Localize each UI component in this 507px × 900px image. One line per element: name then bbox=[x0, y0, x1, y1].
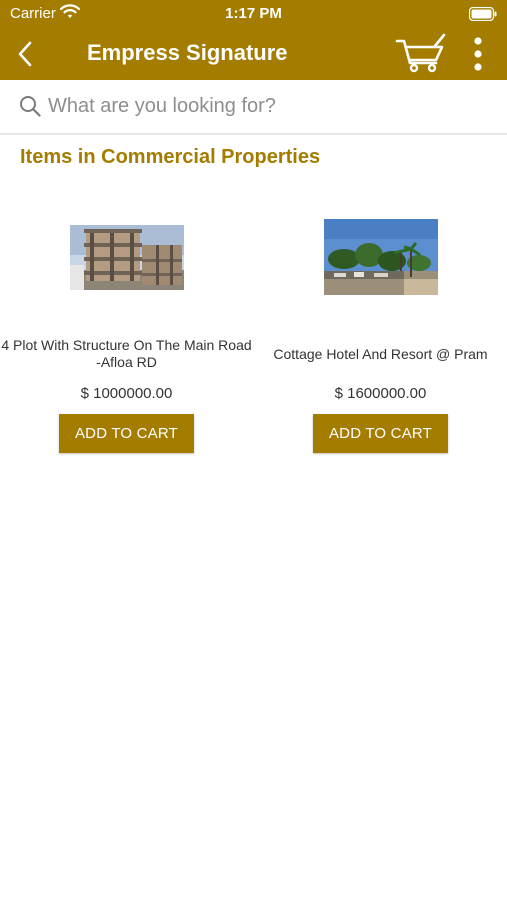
status-time: 1:17 PM bbox=[225, 5, 282, 22]
product-image[interactable] bbox=[324, 219, 438, 295]
battery-icon bbox=[469, 7, 497, 21]
product-price: $ 1000000.00 bbox=[80, 385, 173, 402]
page-title: Empress Signature bbox=[87, 40, 288, 65]
search-icon bbox=[20, 96, 41, 117]
add-to-cart-button[interactable]: ADD TO CART bbox=[313, 414, 448, 453]
product-card: Cottage Hotel And Resort @ Pram $ 160000… bbox=[254, 190, 507, 460]
back-chevron-icon[interactable] bbox=[14, 40, 36, 68]
status-bar: Carrier 1:17 PM bbox=[0, 0, 507, 28]
section-title: Items in Commercial Properties bbox=[20, 146, 321, 168]
product-name: Cottage Hotel And Resort @ Pram bbox=[273, 346, 488, 362]
product-image[interactable] bbox=[70, 225, 184, 290]
product-price: $ 1600000.00 bbox=[334, 385, 427, 402]
search-input[interactable] bbox=[48, 90, 488, 122]
cart-icon[interactable] bbox=[395, 33, 447, 73]
more-vertical-icon[interactable] bbox=[468, 36, 488, 72]
add-to-cart-button[interactable]: ADD TO CART bbox=[59, 414, 194, 453]
product-card: 4 Plot With Structure On The Main Road -… bbox=[0, 190, 253, 460]
search-bar bbox=[0, 80, 507, 135]
header-bar: Carrier 1:17 PM Empress Signature bbox=[0, 0, 507, 80]
navigation-bar: Empress Signature bbox=[0, 28, 507, 80]
product-name: 4 Plot With Structure On The Main Road -… bbox=[1, 337, 252, 370]
